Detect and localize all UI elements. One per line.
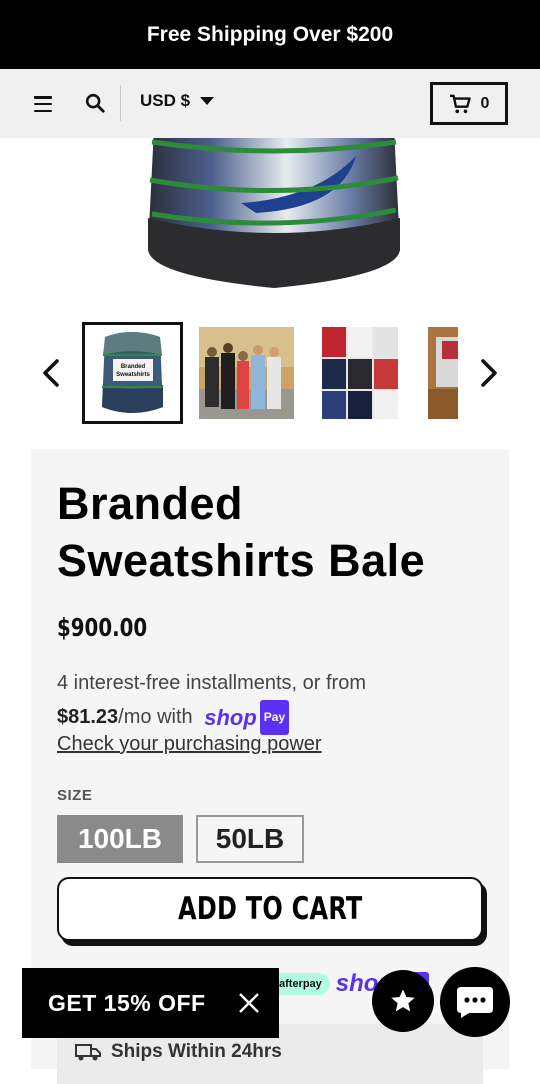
svg-text:Branded: Branded xyxy=(121,364,146,370)
thumbnail-people-image xyxy=(199,327,294,419)
cart-icon xyxy=(449,94,471,113)
truck-icon xyxy=(75,1044,101,1061)
product-title: Branded Sweatshirts Bale xyxy=(57,478,426,586)
size-option-100lb[interactable]: 100LB xyxy=(57,815,183,863)
hamburger-icon[interactable] xyxy=(34,96,52,112)
site-header: USD $ 0 xyxy=(0,69,540,138)
announcement-text: Free Shipping Over $200 xyxy=(146,22,394,46)
cart-count: 0 xyxy=(480,94,490,112)
afterpay-badge: afterpay xyxy=(271,973,330,995)
chat-icon xyxy=(457,987,493,1018)
currency-value: USD $ xyxy=(140,91,191,110)
chevron-left-icon[interactable] xyxy=(40,358,62,388)
installments-prefix: 4 interest-free installments, or from xyxy=(57,672,366,694)
cart-button[interactable]: 0 xyxy=(430,82,508,125)
purchasing-power-link[interactable]: Check your purchasing power xyxy=(57,733,322,756)
thumbnail-2[interactable] xyxy=(199,327,294,419)
bale-image xyxy=(148,138,400,288)
thumbnail-1[interactable]: Branded Sweatshirts xyxy=(82,322,183,424)
promo-banner[interactable]: GET 15% OFF xyxy=(22,968,279,1038)
search-icon[interactable] xyxy=(84,92,106,114)
thumbnail-carousel: Branded Sweatshirts xyxy=(0,322,540,424)
currency-selector[interactable]: USD $ xyxy=(140,91,215,111)
thumbnail-sweatshirts-image xyxy=(322,327,398,419)
installment-suffix: /mo with xyxy=(118,705,193,728)
installment-amount: $81.23 xyxy=(57,705,119,728)
product-main-image xyxy=(0,138,540,298)
close-icon[interactable] xyxy=(237,991,261,1015)
thumbnail-3[interactable] xyxy=(322,327,398,419)
installments-text: 4 interest-free installments, or from $8… xyxy=(57,667,497,735)
add-to-cart-label: ADD TO CART xyxy=(177,891,363,927)
chevron-down-icon xyxy=(200,97,215,105)
add-to-cart-button[interactable]: ADD TO CART xyxy=(57,877,483,941)
thumbnail-partial-image xyxy=(428,327,458,419)
chevron-right-icon[interactable] xyxy=(478,358,500,388)
shop-pay-logo: shop Pay xyxy=(204,700,290,735)
size-label: SIZE xyxy=(57,787,93,804)
thumbnail-4[interactable] xyxy=(428,327,458,419)
chat-button[interactable] xyxy=(440,967,510,1037)
rewards-button[interactable] xyxy=(372,970,434,1032)
promo-label: GET 15% OFF xyxy=(48,989,206,1016)
svg-text:Sweatshirts: Sweatshirts xyxy=(116,372,150,378)
announcement-bar: Free Shipping Over $200 xyxy=(0,0,540,69)
size-option-50lb[interactable]: 50LB xyxy=(196,815,304,863)
header-divider xyxy=(120,85,121,121)
thumbnail-bale-image: Branded Sweatshirts xyxy=(102,332,163,413)
product-price: $900.00 xyxy=(57,613,148,642)
star-icon xyxy=(391,989,415,1012)
